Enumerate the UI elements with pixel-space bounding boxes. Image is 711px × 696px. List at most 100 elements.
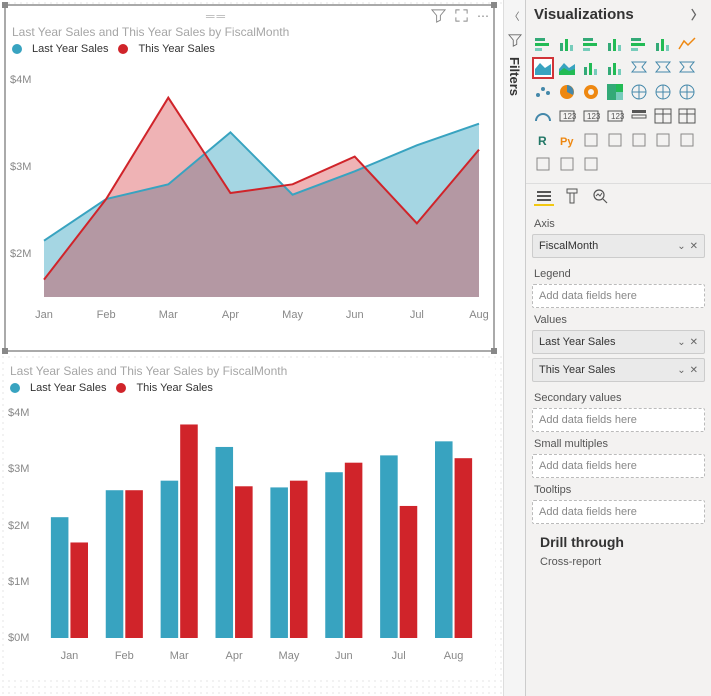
chevron-down-icon[interactable]: ⌄ <box>677 365 685 376</box>
values-field[interactable]: Last Year Sales ⌄ ✕ <box>532 330 705 354</box>
map-viz-icon[interactable] <box>628 81 650 103</box>
format-tab[interactable] <box>562 188 582 206</box>
r-visual-viz-icon[interactable]: R <box>532 129 554 151</box>
x-tick-label: Apr <box>222 309 239 321</box>
well-label-tooltips: Tooltips <box>532 478 705 500</box>
report-canvas[interactable]: ══ ⋯ Last Year Sales and This Year Sales… <box>0 0 503 696</box>
x-tick-label: Jan <box>61 650 79 662</box>
more-options-icon[interactable]: ⋯ <box>477 9 489 23</box>
legend-swatch <box>10 383 20 393</box>
chevron-down-icon[interactable]: ⌄ <box>677 241 685 252</box>
slicer-viz-icon[interactable] <box>628 105 650 127</box>
format-tabs <box>526 183 711 212</box>
x-tick-label: Mar <box>170 650 189 662</box>
fields-tab[interactable] <box>534 188 554 206</box>
key-influencers-viz-icon[interactable] <box>580 129 602 151</box>
area-viz-icon[interactable] <box>532 57 554 79</box>
kpi-viz-icon[interactable]: 123 <box>604 105 626 127</box>
legend-swatch <box>118 44 128 54</box>
drag-grip[interactable]: ══ <box>10 9 423 23</box>
well-label-axis: Axis <box>532 212 705 234</box>
waterfall-viz-icon[interactable] <box>652 57 674 79</box>
field-name: FiscalMonth <box>539 240 598 252</box>
azure-map-viz-icon[interactable] <box>676 81 698 103</box>
remove-field-icon[interactable]: ✕ <box>690 241 698 252</box>
gauge-viz-icon[interactable] <box>532 105 554 127</box>
focus-mode-icon[interactable] <box>454 8 469 23</box>
expand-filters-icon[interactable]: 〈 <box>510 8 520 23</box>
resize-handle[interactable] <box>491 348 497 354</box>
axis-field[interactable]: FiscalMonth ⌄ ✕ <box>532 234 705 258</box>
well-label-legend: Legend <box>532 262 705 284</box>
legend-field-well[interactable]: Add data fields here <box>532 284 705 308</box>
resize-handle[interactable] <box>2 348 8 354</box>
small-multiples-well[interactable]: Add data fields here <box>532 454 705 478</box>
legend-swatch <box>12 44 22 54</box>
y-tick-label: $3M <box>10 161 31 173</box>
treemap-viz-icon[interactable] <box>604 81 626 103</box>
legend-label: Last Year Sales <box>32 43 108 55</box>
svg-text:123: 123 <box>611 112 624 121</box>
decomposition-tree-viz-icon[interactable] <box>604 129 626 151</box>
smart-narrative-viz-icon[interactable] <box>676 129 698 151</box>
x-tick-label: Mar <box>159 309 178 321</box>
remove-field-icon[interactable]: ✕ <box>690 365 698 376</box>
y-tick-label: $4M <box>10 74 31 86</box>
tooltips-field-well[interactable]: Add data fields here <box>532 500 705 524</box>
ribbon-viz-icon[interactable] <box>628 57 650 79</box>
line-stacked-column-viz-icon[interactable] <box>580 57 602 79</box>
pie-viz-icon[interactable] <box>556 81 578 103</box>
qna-viz-icon[interactable] <box>628 129 650 151</box>
line-clustered-column-viz-icon[interactable] <box>604 57 626 79</box>
card-viz-icon[interactable]: 123 <box>556 105 578 127</box>
svg-text:Py: Py <box>560 136 574 148</box>
legend-label: Last Year Sales <box>30 382 106 394</box>
x-tick-label: May <box>279 650 300 662</box>
donut-viz-icon[interactable] <box>580 81 602 103</box>
well-label-small: Small multiples <box>532 432 705 454</box>
resize-handle[interactable] <box>2 2 8 8</box>
svg-text:R: R <box>538 134 547 148</box>
100-stacked-bar-viz-icon[interactable] <box>628 33 650 55</box>
chevron-down-icon[interactable]: ⌄ <box>677 337 685 348</box>
x-tick-label: Jun <box>346 309 364 321</box>
field-name: Last Year Sales <box>539 336 615 348</box>
values-field[interactable]: This Year Sales ⌄✕ <box>532 358 705 382</box>
powerapps-viz-icon[interactable] <box>556 153 578 175</box>
stacked-bar-viz-icon[interactable] <box>532 33 554 55</box>
resize-handle[interactable] <box>491 2 497 8</box>
x-tick-label: Jan <box>35 309 53 321</box>
multi-row-card-viz-icon[interactable]: 123 <box>580 105 602 127</box>
100-stacked-column-viz-icon[interactable] <box>652 33 674 55</box>
clustered-column-viz-icon[interactable] <box>604 33 626 55</box>
paginated-viz-icon[interactable] <box>652 129 674 151</box>
remove-field-icon[interactable]: ✕ <box>690 337 698 348</box>
stacked-column-viz-icon[interactable] <box>556 33 578 55</box>
area-chart-visual[interactable]: ══ ⋯ Last Year Sales and This Year Sales… <box>4 4 495 352</box>
line-viz-icon[interactable] <box>676 33 698 55</box>
secondary-field-well[interactable]: Add data fields here <box>532 408 705 432</box>
legend-label: This Year Sales <box>138 43 214 55</box>
scatter-viz-icon[interactable] <box>532 81 554 103</box>
py-visual-viz-icon[interactable]: Py <box>556 129 578 151</box>
get-more-viz-icon[interactable] <box>580 153 602 175</box>
x-tick-label: Aug <box>469 309 489 321</box>
matrix-viz-icon[interactable] <box>676 105 698 127</box>
analytics-tab[interactable] <box>590 188 610 206</box>
well-label-secondary: Secondary values <box>532 386 705 408</box>
column-chart-visual[interactable]: Last Year Sales and This Year Sales by F… <box>4 358 495 680</box>
y-tick-label: $3M <box>8 463 29 475</box>
collapse-pane-icon[interactable]: 〉 <box>691 6 703 23</box>
svg-text:123: 123 <box>563 112 576 121</box>
stacked-area-viz-icon[interactable] <box>556 57 578 79</box>
chart-title: Last Year Sales and This Year Sales by F… <box>4 358 495 382</box>
arcgis-viz-icon[interactable] <box>532 153 554 175</box>
filters-pane-collapsed[interactable]: 〈 Filters <box>503 0 525 696</box>
clustered-bar-viz-icon[interactable] <box>580 33 602 55</box>
filter-icon[interactable] <box>431 8 446 23</box>
table-viz-icon[interactable] <box>652 105 674 127</box>
x-tick-label: Jul <box>410 309 424 321</box>
filled-map-viz-icon[interactable] <box>652 81 674 103</box>
filters-label: Filters <box>507 57 522 96</box>
funnel-viz-icon[interactable] <box>676 57 698 79</box>
